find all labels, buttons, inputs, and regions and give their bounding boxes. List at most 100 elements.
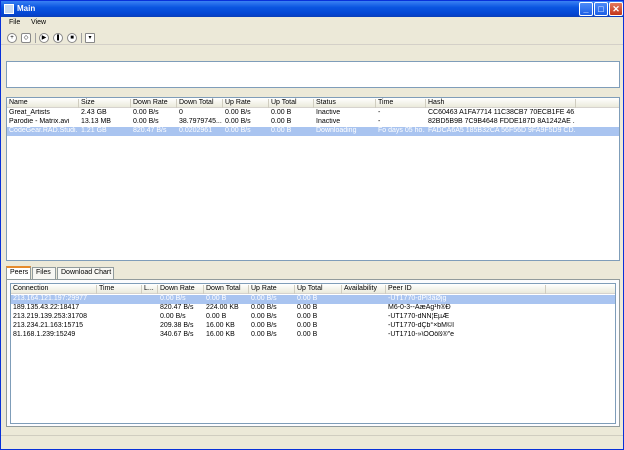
torrent-column-header[interactable]: Up Rate (223, 99, 269, 108)
peer-column-header[interactable]: Peer ID (386, 285, 546, 294)
title-bar[interactable]: Main _ □ ✕ (1, 1, 623, 17)
peer-cell: 0.00 B/s (251, 331, 277, 338)
stop-icon[interactable]: ■ (67, 33, 77, 43)
peer-cell: 209.38 B/s (160, 322, 194, 329)
torrent-column-header[interactable]: Up Total (269, 99, 314, 108)
peers-list-header: Connection Time L... Down Rate Down Total Up … (11, 284, 615, 294)
peer-row[interactable]: 213.234.21.163:15715 209.38 B/s 16.00 KB 0.… (11, 322, 615, 331)
peer-cell: 0.00 B/s (251, 322, 277, 329)
peer-cell: 16.00 KB (206, 322, 235, 329)
close-button[interactable]: ✕ (609, 2, 623, 16)
delete-icon[interactable]: ▾ (85, 33, 95, 43)
peer-row[interactable]: 213.164.121.197:29977 0.00 B/s 0.00 B 0.00 … (11, 295, 615, 304)
peer-cell: 340.67 B/s (160, 331, 194, 338)
menu-bar: File View (1, 17, 623, 31)
torrent-cell: 13.13 MB (81, 118, 111, 125)
peer-cell: 820.47 B/s (160, 304, 194, 311)
add-torrent-icon[interactable]: + (7, 33, 17, 43)
torrent-column-header[interactable]: Down Total (177, 99, 223, 108)
peer-column-header[interactable]: Time (97, 285, 142, 294)
torrent-cell: Great_Artists (9, 109, 50, 116)
peer-row[interactable]: 81.168.1.239:15249 340.67 B/s 16.00 KB 0.00… (11, 331, 615, 340)
torrent-cell: 0.00 B (271, 109, 292, 116)
torrent-cell: Fo days 05 ho... (378, 127, 425, 134)
peer-cell: 189.135.43.22:18417 (13, 304, 80, 311)
app-icon (4, 4, 14, 14)
menu-view[interactable]: View (31, 19, 46, 26)
torrent-cell: 1.21 GB (81, 127, 107, 134)
torrent-cell: 0.00 B/s (225, 109, 251, 116)
peers-list[interactable]: Connection Time L... Down Rate Down Total Up … (10, 283, 616, 424)
torrent-cell: 0.00 B/s (133, 109, 159, 116)
torrent-cell: Inactive (316, 109, 341, 116)
torrent-column-header[interactable]: Name (7, 99, 79, 108)
url-input[interactable] (6, 61, 620, 88)
peer-column-header[interactable]: Up Total (295, 285, 342, 294)
torrent-cell: 2.43 GB (81, 109, 107, 116)
peer-cell: 0.00 B (297, 295, 318, 302)
torrent-cell: Inactive (316, 118, 341, 125)
minimize-button[interactable]: _ (579, 2, 593, 16)
torrent-column-header[interactable]: Size (79, 99, 131, 108)
peer-cell: 0.00 B (206, 295, 227, 302)
peer-cell: 213.219.139.253:31708 (13, 313, 87, 320)
peers-panel: Connection Time L... Down Rate Down Total Up … (6, 279, 620, 427)
peer-column-header[interactable]: Down Total (204, 285, 249, 294)
tab-download-chart[interactable]: Download Chart (57, 267, 114, 279)
peer-column-header[interactable]: Up Rate (249, 285, 295, 294)
open-url-icon[interactable]: ◇ (21, 33, 31, 43)
peer-cell: 0.00 B/s (251, 304, 277, 311)
torrent-row[interactable]: CodeGear.RAD.Studi... 1.21 GB 820.47 B/s 0.… (7, 127, 619, 136)
torrent-column-header[interactable]: Status (314, 99, 376, 108)
peer-row[interactable]: 189.135.43.22:18417 820.47 B/s 224.00 KB 0.… (11, 304, 615, 313)
torrent-cell: - (378, 109, 381, 116)
peer-column-header[interactable]: Connection (11, 285, 97, 294)
peer-cell: 213.164.121.197:29977 (13, 295, 87, 302)
peer-cell: -UT1710-»\ÕÕöß®"e (388, 331, 454, 338)
main-window: Main _ □ ✕ File View + ◇ ▶ ❚ ■ ▾ Name Siz… (0, 0, 624, 450)
peer-cell: 213.234.21.163:15715 (13, 322, 84, 329)
torrent-list[interactable]: Name Size Down Rate Down Total Up Rate Up Tot… (6, 97, 620, 261)
tab-files[interactable]: Files (32, 267, 56, 279)
torrent-cell: 0.00 B/s (225, 118, 251, 125)
peer-row[interactable]: 213.219.139.253:31708 0.00 B/s 0.00 B 0.00 … (11, 313, 615, 322)
torrent-cell: 0.0202961 (179, 127, 213, 134)
peer-cell: 0.00 B (297, 313, 318, 320)
peer-cell: 0.00 B (206, 313, 227, 320)
peer-column-header[interactable]: Down Rate (158, 285, 204, 294)
torrent-cell: Downloading (316, 127, 357, 134)
torrent-column-header[interactable]: Time (376, 99, 426, 108)
peer-column-header[interactable]: Availability (342, 285, 386, 294)
maximize-button[interactable]: □ (594, 2, 608, 16)
torrent-cell: CC60463 A1FA7714 11C38CB7 70ECB1FE 46... (428, 109, 575, 116)
torrent-list-header: Name Size Down Rate Down Total Up Rate Up Tot… (7, 98, 619, 108)
start-icon[interactable]: ▶ (39, 33, 49, 43)
torrent-cell: 0.00 B (271, 127, 292, 134)
torrent-row[interactable]: Great_Artists 2.43 GB 0.00 B/s 0 0.00 B/s 0.0… (7, 109, 619, 118)
torrent-cell: 0.00 B/s (133, 118, 159, 125)
peer-cell: 16.00 KB (206, 331, 235, 338)
window-title: Main (17, 4, 36, 13)
torrent-cell: 0.00 B/s (225, 127, 251, 134)
peer-cell: 81.168.1.239:15249 (13, 331, 76, 338)
torrent-cell: 820.47 B/s (133, 127, 167, 134)
torrent-row[interactable]: Parodie - Matrix.avi 13.13 MB 0.00 B/s 38.7… (7, 118, 619, 127)
peer-cell: -UT1770-dPl3âØjg (388, 295, 447, 302)
peer-cell: -UT1770-dÇb°×bM©Î (388, 322, 455, 329)
peer-cell: M6-0-3--AæÄg¹h®Ð (388, 304, 451, 311)
torrent-cell: FADCA6A5 185B32CA 56F56D 9FA9F5D9 CD... (428, 127, 575, 134)
peer-column-header[interactable]: L... (142, 285, 158, 294)
pause-icon[interactable]: ❚ (53, 33, 63, 43)
torrent-cell: - (378, 118, 381, 125)
toolbar: + ◇ ▶ ❚ ■ ▾ (1, 31, 623, 45)
peer-cell: 0.00 B/s (160, 313, 186, 320)
peer-cell: 0.00 B/s (251, 295, 277, 302)
torrent-column-header[interactable]: Hash (426, 99, 576, 108)
peer-cell: 0.00 B/s (251, 313, 277, 320)
torrent-cell: 38.7979745... (179, 118, 222, 125)
peer-cell: 0.00 B/s (160, 295, 186, 302)
tab-peers[interactable]: Peers (6, 266, 31, 279)
menu-file[interactable]: File (9, 19, 20, 26)
peer-cell: 0.00 B (297, 331, 318, 338)
torrent-column-header[interactable]: Down Rate (131, 99, 177, 108)
